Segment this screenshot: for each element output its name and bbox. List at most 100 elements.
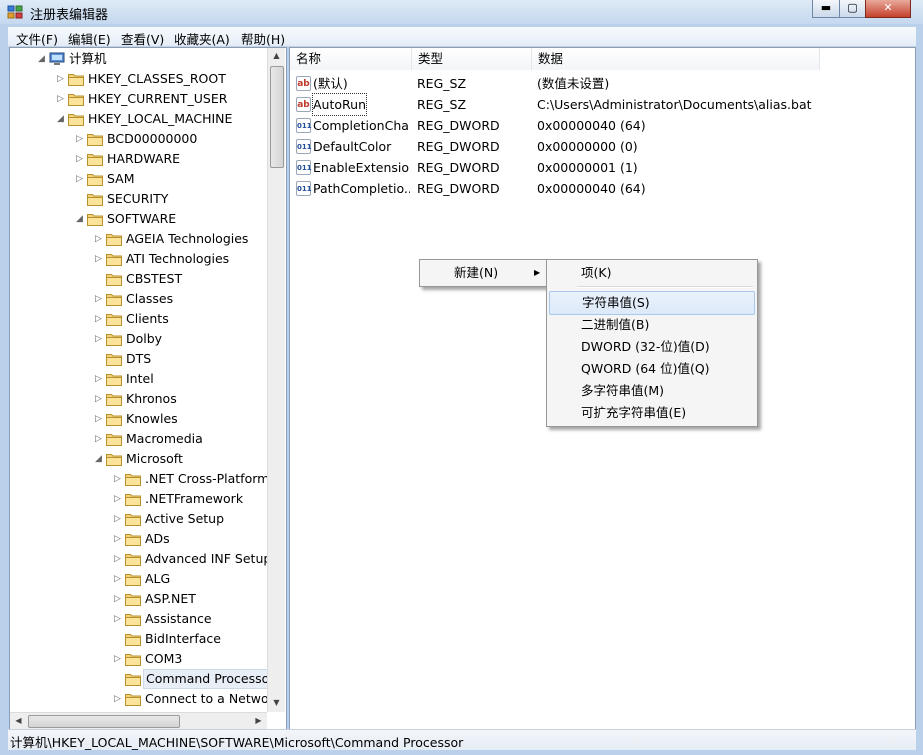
tree-node[interactable]: ▷ AGEIA Technologies — [10, 229, 266, 249]
collapsed-arrow-icon[interactable]: ▷ — [94, 429, 103, 449]
tree-node[interactable]: ▷ Active Setup — [10, 509, 266, 529]
value-row[interactable]: 011 DefaultColor REG_DWORD 0x00000000 (0) — [290, 136, 915, 157]
collapsed-arrow-icon[interactable]: ▷ — [94, 409, 103, 429]
collapsed-arrow-icon[interactable]: ▷ — [75, 149, 84, 169]
tree-node[interactable]: ▷ Advanced INF Setup — [10, 549, 271, 569]
tree-node[interactable]: ▷ Knowles — [10, 409, 266, 429]
value-row[interactable]: 011 CompletionChar REG_DWORD 0x00000040 (64… — [290, 115, 915, 136]
collapsed-arrow-icon[interactable]: ▷ — [113, 589, 122, 609]
submenu-dword-value[interactable]: DWORD (32-位)值(D) — [581, 336, 710, 358]
collapsed-arrow-icon[interactable]: ▷ — [113, 569, 122, 589]
tree-node[interactable]: ▷ .NETFramework — [10, 489, 266, 509]
expanded-arrow-icon[interactable]: ◢ — [56, 109, 65, 129]
tree-node[interactable]: ▷ COM3 — [10, 649, 266, 669]
column-header-name[interactable]: 名称 — [290, 48, 412, 70]
expanded-arrow-icon[interactable]: ◢ — [75, 209, 84, 229]
collapsed-arrow-icon[interactable]: ▷ — [94, 369, 103, 389]
maximize-button[interactable]: ▢ — [839, 0, 866, 18]
menu-file[interactable]: 文件(F) — [16, 29, 58, 48]
tree-node[interactable]: ▷ Khronos — [10, 389, 266, 409]
scroll-up-icon[interactable]: ▲ — [268, 51, 285, 60]
collapsed-arrow-icon[interactable]: ▷ — [56, 69, 65, 89]
registry-tree[interactable]: ◢ 计算机 ▷ HKEY_CLASSES_ROOT ▷ HKEY_CURRENT_USER… — [9, 47, 287, 730]
tree-node[interactable]: ▷ Assistance — [10, 609, 266, 629]
collapsed-arrow-icon[interactable]: ▷ — [94, 229, 103, 249]
tree-hscroll-thumb[interactable] — [28, 715, 180, 728]
tree-node[interactable]: ▷ Clients — [10, 309, 266, 329]
collapsed-arrow-icon[interactable]: ▷ — [113, 689, 122, 709]
tree-node[interactable]: ◢ HKEY_LOCAL_MACHINE — [10, 109, 266, 129]
tree-vertical-scrollbar[interactable]: ▲ ▼ — [267, 48, 285, 712]
tree-vscroll-thumb[interactable] — [270, 66, 284, 168]
menu-edit[interactable]: 编辑(E) — [68, 29, 111, 48]
collapsed-arrow-icon[interactable]: ▷ — [94, 329, 103, 349]
collapsed-arrow-icon[interactable]: ▷ — [113, 469, 122, 489]
collapsed-arrow-icon[interactable]: ▷ — [75, 169, 84, 189]
column-header-data[interactable]: 数据 — [532, 48, 820, 70]
column-header-type[interactable]: 类型 — [412, 48, 532, 70]
tree-node[interactable]: ◢ Microsoft — [10, 449, 266, 469]
scroll-right-icon[interactable]: ▶ — [250, 716, 267, 725]
tree-node[interactable]: Command Processor — [10, 669, 278, 689]
tree-node[interactable]: ▷ SAM — [10, 169, 266, 189]
submenu-separator — [577, 286, 753, 288]
tree-node[interactable]: BidInterface — [10, 629, 266, 649]
tree-node[interactable]: ▷ .NET Cross-Platform — [10, 469, 269, 489]
tree-node[interactable]: ▷ HARDWARE — [10, 149, 266, 169]
collapsed-arrow-icon[interactable]: ▷ — [75, 129, 84, 149]
tree-node[interactable]: ◢ 计算机 — [10, 49, 266, 69]
expanded-arrow-icon[interactable]: ◢ — [37, 49, 46, 69]
tree-node[interactable]: DTS — [10, 349, 266, 369]
tree-node-label: Classes — [126, 291, 174, 306]
collapsed-arrow-icon[interactable]: ▷ — [113, 489, 122, 509]
collapsed-arrow-icon[interactable]: ▷ — [94, 309, 103, 329]
folder-icon — [106, 392, 122, 406]
tree-node[interactable]: ▷ Dolby — [10, 329, 266, 349]
tree-node[interactable]: ▷ Classes — [10, 289, 266, 309]
submenu-multi-string-value[interactable]: 多字符串值(M) — [581, 380, 664, 402]
binary-value-icon: 011 — [296, 118, 312, 133]
collapsed-arrow-icon[interactable]: ▷ — [113, 549, 122, 569]
tree-node[interactable]: SECURITY — [10, 189, 266, 209]
tree-node[interactable]: ▷ BCD00000000 — [10, 129, 266, 149]
tree-node[interactable]: ▷ HKEY_CURRENT_USER — [10, 89, 266, 109]
collapsed-arrow-icon[interactable]: ▷ — [94, 289, 103, 309]
value-row[interactable]: ab (默认) REG_SZ (数值未设置) — [290, 73, 915, 94]
tree-node[interactable]: ▷ Macromedia — [10, 429, 266, 449]
tree-horizontal-scrollbar[interactable]: ◀ ▶ — [10, 712, 267, 729]
menu-view[interactable]: 查看(V) — [121, 29, 164, 48]
scroll-left-icon[interactable]: ◀ — [10, 716, 27, 725]
collapsed-arrow-icon[interactable]: ▷ — [113, 509, 122, 529]
submenu-string-value-highlight[interactable]: 字符串值(S) — [549, 291, 755, 315]
menu-help[interactable]: 帮助(H) — [241, 29, 285, 48]
tree-node-label: HKEY_CURRENT_USER — [88, 91, 228, 106]
context-new-item[interactable]: 新建(N) — [454, 262, 498, 284]
expanded-arrow-icon[interactable]: ◢ — [94, 449, 103, 469]
collapsed-arrow-icon[interactable]: ▷ — [113, 649, 122, 669]
tree-node[interactable]: ▷ Connect to a Network F — [10, 689, 286, 709]
submenu-key[interactable]: 项(K) — [581, 262, 611, 284]
tree-node[interactable]: ◢ SOFTWARE — [10, 209, 266, 229]
menu-favorites[interactable]: 收藏夹(A) — [174, 29, 230, 48]
tree-node[interactable]: ▷ HKEY_CLASSES_ROOT — [10, 69, 266, 89]
collapsed-arrow-icon[interactable]: ▷ — [94, 249, 103, 269]
tree-node[interactable]: ▷ ATI Technologies — [10, 249, 266, 269]
collapsed-arrow-icon[interactable]: ▷ — [94, 389, 103, 409]
tree-node[interactable]: ▷ Intel — [10, 369, 266, 389]
tree-node[interactable]: ▷ ADs — [10, 529, 266, 549]
close-button[interactable]: ✕ — [865, 0, 911, 18]
scroll-down-icon[interactable]: ▼ — [268, 698, 285, 707]
submenu-binary-value[interactable]: 二进制值(B) — [581, 314, 649, 336]
submenu-qword-value[interactable]: QWORD (64 位)值(Q) — [581, 358, 710, 380]
collapsed-arrow-icon[interactable]: ▷ — [113, 529, 122, 549]
minimize-button[interactable]: ▬ — [812, 0, 840, 18]
tree-node[interactable]: ▷ ASP.NET — [10, 589, 266, 609]
value-row[interactable]: 011 PathCompletio... REG_DWORD 0x00000040 (… — [290, 178, 915, 199]
collapsed-arrow-icon[interactable]: ▷ — [113, 609, 122, 629]
collapsed-arrow-icon[interactable]: ▷ — [56, 89, 65, 109]
tree-node[interactable]: ▷ ALG — [10, 569, 266, 589]
value-row[interactable]: 011 EnableExtensio... REG_DWORD 0x00000001 … — [290, 157, 915, 178]
submenu-expandable-string-value[interactable]: 可扩充字符串值(E) — [581, 402, 686, 424]
tree-node[interactable]: CBSTEST — [10, 269, 266, 289]
value-row[interactable]: ab AutoRun REG_SZ C:\Users\Administrator\Do… — [290, 93, 915, 116]
